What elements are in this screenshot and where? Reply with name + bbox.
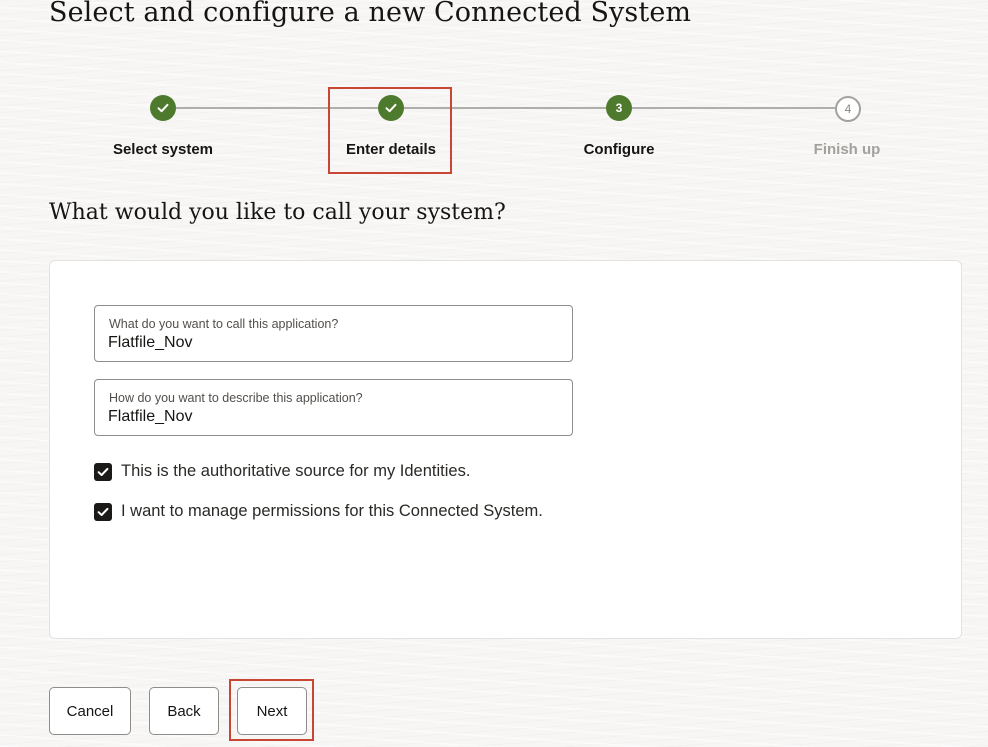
authoritative-source-option[interactable]: This is the authoritative source for my … bbox=[94, 462, 470, 481]
check-icon bbox=[157, 103, 169, 113]
annotation-highlight-next bbox=[229, 679, 314, 741]
application-name-label: What do you want to call this applicatio… bbox=[109, 317, 339, 331]
manage-permissions-option[interactable]: I want to manage permissions for this Co… bbox=[94, 502, 543, 521]
step-select-system-indicator bbox=[150, 95, 176, 121]
application-name-field[interactable]: What do you want to call this applicatio… bbox=[94, 305, 573, 362]
manage-permissions-checkbox[interactable] bbox=[94, 502, 112, 521]
checkmark-icon bbox=[97, 467, 109, 476]
step-label-configure[interactable]: Configure bbox=[584, 141, 655, 158]
application-description-input[interactable] bbox=[108, 408, 548, 426]
checkmark-icon bbox=[97, 507, 109, 516]
authoritative-source-label[interactable]: This is the authoritative source for my … bbox=[121, 462, 470, 481]
step-number: 4 bbox=[844, 102, 852, 116]
stepper-connector bbox=[632, 107, 835, 109]
application-name-input[interactable] bbox=[108, 334, 548, 352]
application-description-label: How do you want to describe this applica… bbox=[109, 391, 363, 405]
back-button[interactable]: Back bbox=[149, 687, 219, 735]
application-description-field[interactable]: How do you want to describe this applica… bbox=[94, 379, 573, 436]
authoritative-source-checkbox[interactable] bbox=[94, 462, 112, 481]
step-label-select-system[interactable]: Select system bbox=[113, 141, 213, 158]
annotation-highlight-enter-details bbox=[328, 87, 452, 174]
section-title: What would you like to call your system? bbox=[49, 200, 506, 225]
step-finish-up-indicator: 4 bbox=[835, 96, 861, 122]
page-title: Select and configure a new Connected Sys… bbox=[49, 0, 692, 28]
cancel-button[interactable]: Cancel bbox=[49, 687, 131, 735]
step-number: 3 bbox=[615, 101, 623, 115]
step-label-finish-up: Finish up bbox=[813, 141, 881, 158]
step-configure-indicator: 3 bbox=[606, 95, 632, 121]
manage-permissions-label[interactable]: I want to manage permissions for this Co… bbox=[121, 502, 543, 521]
